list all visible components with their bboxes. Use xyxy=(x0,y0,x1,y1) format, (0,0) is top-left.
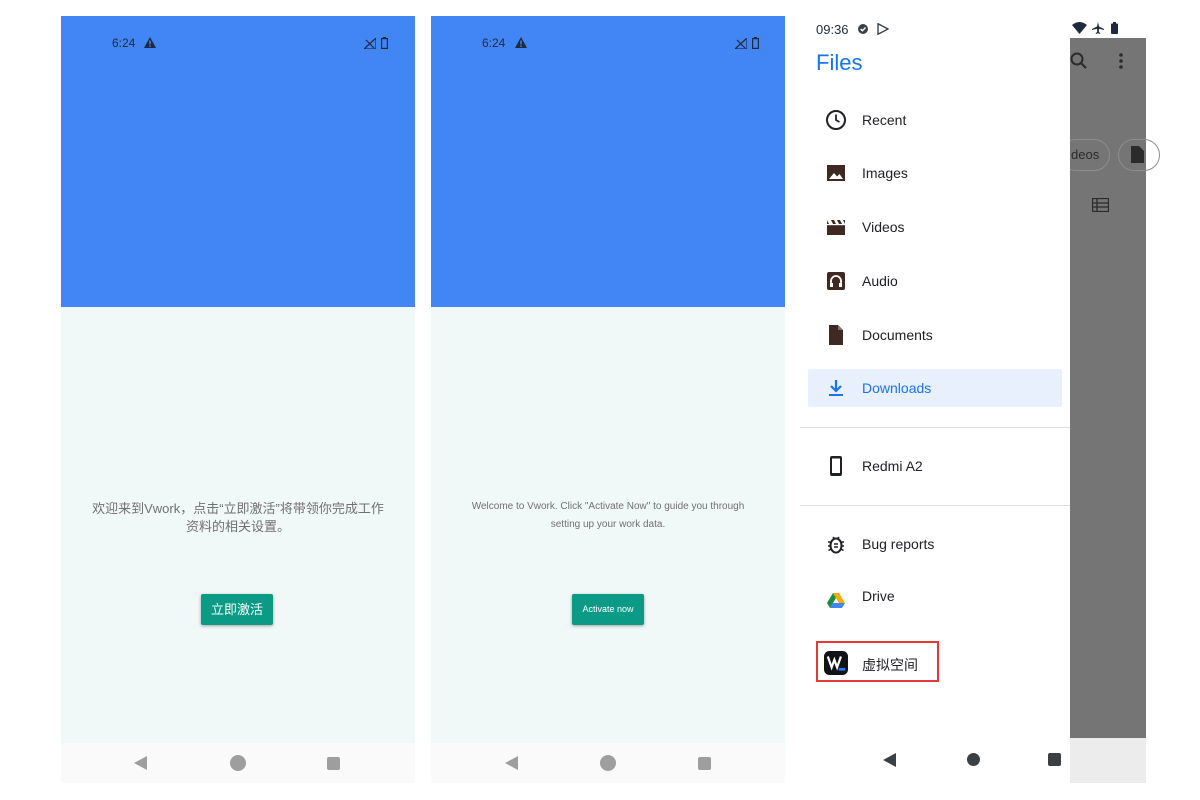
wifi-icon xyxy=(1072,22,1087,34)
drawer-item-bug-reports[interactable]: Bug reports xyxy=(808,525,1062,563)
back-icon[interactable] xyxy=(134,756,147,770)
drawer-item-label: Videos xyxy=(862,219,905,235)
clock-icon xyxy=(826,110,846,130)
navigation-bar xyxy=(431,743,785,783)
activate-button[interactable]: Activate now xyxy=(572,594,644,625)
navigation-bar-background xyxy=(1070,738,1146,783)
battery-icon xyxy=(1111,22,1118,34)
chip-label: deos xyxy=(1071,147,1100,162)
app-title: Files xyxy=(816,50,863,75)
list-view-icon[interactable] xyxy=(1092,198,1109,212)
search-icon[interactable] xyxy=(1070,52,1088,70)
drawer-divider xyxy=(800,505,1070,506)
drive-icon xyxy=(827,593,845,608)
drawer-scrim[interactable]: deos xyxy=(1060,38,1160,738)
recents-icon[interactable] xyxy=(1048,753,1061,766)
drawer-item-documents[interactable]: Documents xyxy=(808,316,1062,354)
welcome-text: 欢迎来到Vwork，点击“立即激活”将带领你完成工作资料的相关设置。 xyxy=(92,501,384,534)
more-options-icon[interactable] xyxy=(1119,53,1123,69)
document-icon xyxy=(1131,146,1144,163)
status-icons xyxy=(1066,22,1126,36)
files-navigation-drawer: 09:36 Files Recent Images Videos Audio D… xyxy=(800,16,1070,783)
highlight-box xyxy=(816,641,939,682)
audio-icon xyxy=(827,272,845,290)
phone-screen-english: 6:24 Welcome to Vwork. Click "Activate N… xyxy=(431,16,785,783)
home-icon[interactable] xyxy=(230,755,246,771)
signal-icon xyxy=(735,38,747,49)
image-icon xyxy=(827,165,845,181)
status-time: 09:36 xyxy=(816,22,849,37)
drawer-divider xyxy=(800,427,1070,428)
video-icon xyxy=(827,220,845,235)
drawer-item-label: Bug reports xyxy=(862,536,935,552)
drawer-item-label: Downloads xyxy=(862,380,932,396)
drawer-item-label: Redmi A2 xyxy=(862,458,923,474)
status-time: 6:24 xyxy=(482,36,506,50)
drawer-item-label: Audio xyxy=(862,273,898,289)
drawer-item-redmi-a2[interactable]: Redmi A2 xyxy=(808,447,1062,485)
home-icon[interactable] xyxy=(600,755,616,771)
phone-screen-chinese: 6:24 欢迎来到Vwork，点击“立即激活”将带领你完成工作资料的相关设置。 … xyxy=(61,16,415,783)
drawer-item-drive[interactable]: Drive xyxy=(808,577,1062,615)
battery-icon xyxy=(752,37,759,49)
bug-icon xyxy=(828,536,844,554)
warning-icon xyxy=(515,37,527,48)
drawer-item-label: Recent xyxy=(862,112,907,128)
drawer-item-audio[interactable]: Audio xyxy=(808,262,1062,300)
verified-icon xyxy=(858,24,868,34)
drawer-item-downloads[interactable]: Downloads xyxy=(808,369,1062,407)
header-area xyxy=(61,16,415,307)
home-icon[interactable] xyxy=(967,753,980,766)
drawer-item-images[interactable]: Images xyxy=(808,154,1062,192)
drawer-item-recent[interactable]: Recent xyxy=(808,101,1062,139)
recents-icon[interactable] xyxy=(698,757,711,770)
play-store-icon xyxy=(877,23,889,35)
welcome-text: Welcome to Vwork. Click "Activate Now" t… xyxy=(471,501,745,530)
airplane-icon xyxy=(1092,22,1104,34)
drawer-item-label: Documents xyxy=(862,327,933,343)
status-time: 6:24 xyxy=(112,36,136,50)
signal-icon xyxy=(364,38,376,49)
back-icon[interactable] xyxy=(505,756,518,770)
document-icon xyxy=(829,325,843,345)
back-icon[interactable] xyxy=(883,753,896,767)
drawer-item-videos[interactable]: Videos xyxy=(808,208,1062,246)
battery-icon xyxy=(381,37,388,49)
activate-button[interactable]: 立即激活 xyxy=(201,594,273,625)
navigation-bar xyxy=(61,743,415,783)
download-icon xyxy=(829,380,843,396)
drawer-item-label: Images xyxy=(862,165,908,181)
drawer-item-label: Drive xyxy=(862,588,895,604)
header-area xyxy=(431,16,785,307)
navigation-bar xyxy=(800,738,1070,783)
phone-icon xyxy=(830,456,842,476)
warning-icon xyxy=(144,37,156,48)
filter-chip-documents[interactable] xyxy=(1118,139,1160,171)
recents-icon[interactable] xyxy=(327,757,340,770)
